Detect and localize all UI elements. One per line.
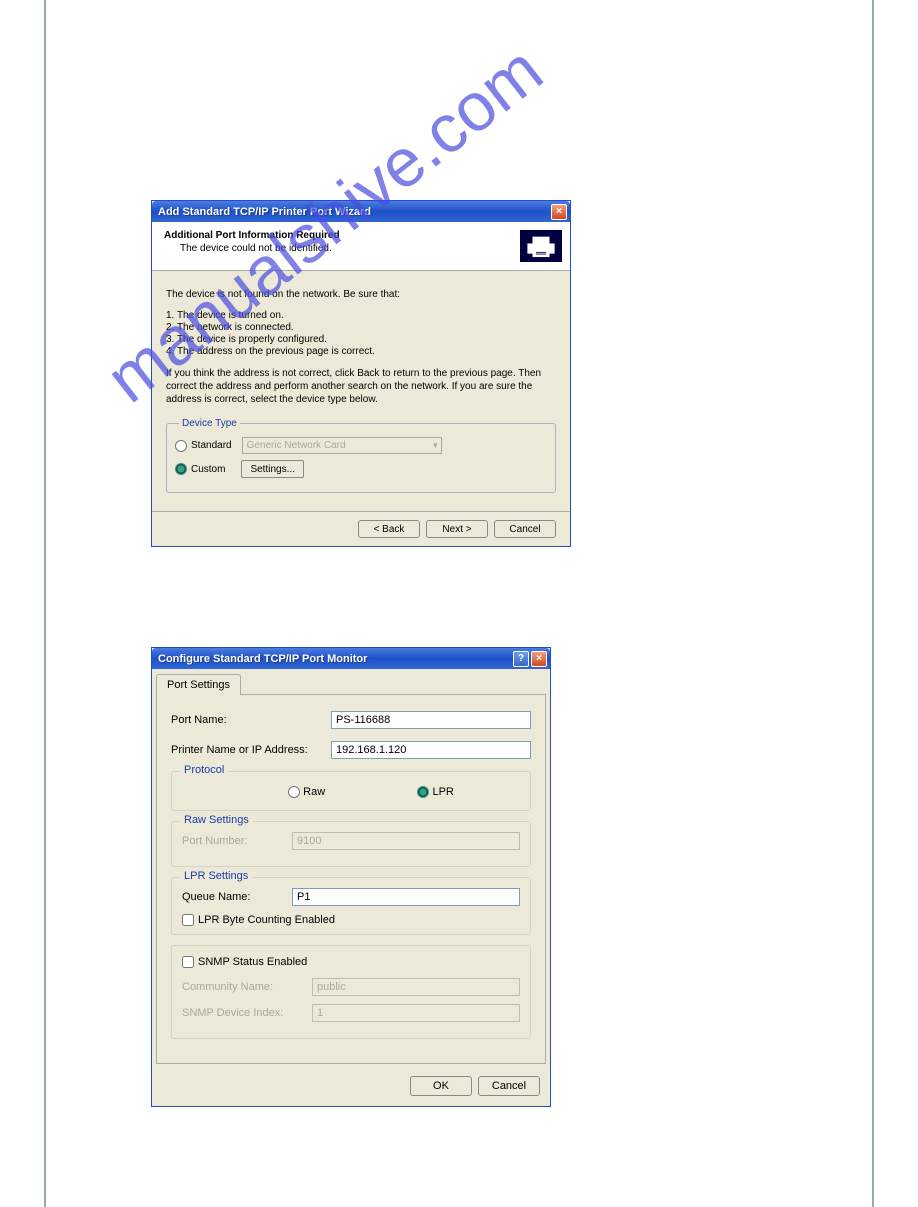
wizard-instruction: If you think the address is not correct,… [166, 367, 556, 406]
lpr-settings-legend: LPR Settings [180, 870, 252, 882]
ok-button[interactable]: OK [410, 1076, 472, 1096]
add-port-wizard-dialog: Add Standard TCP/IP Printer Port Wizard … [151, 200, 571, 547]
ip-input[interactable] [331, 741, 531, 759]
configure-title: Configure Standard TCP/IP Port Monitor [158, 653, 513, 665]
list-item: 2. The network is connected. [166, 322, 556, 333]
wizard-title: Add Standard TCP/IP Printer Port Wizard [158, 206, 551, 218]
configure-port-dialog: Configure Standard TCP/IP Port Monitor ?… [151, 647, 551, 1107]
printer-icon [520, 230, 562, 262]
list-item: 1. The device is turned on. [166, 310, 556, 321]
snmp-index-input [312, 1004, 520, 1022]
raw-radio-label: Raw [303, 786, 325, 798]
wizard-header-text: Additional Port Information Required The… [164, 230, 520, 262]
community-input [312, 978, 520, 996]
help-icon[interactable]: ? [513, 651, 529, 667]
port-number-label: Port Number: [182, 835, 292, 847]
port-name-input[interactable] [331, 711, 531, 729]
port-name-row: Port Name: [171, 711, 531, 729]
raw-settings-legend: Raw Settings [180, 814, 253, 826]
protocol-legend: Protocol [180, 764, 228, 776]
port-name-label: Port Name: [171, 714, 331, 726]
configure-titlebar: Configure Standard TCP/IP Port Monitor ?… [152, 648, 550, 669]
protocol-radios: Raw LPR [182, 782, 520, 802]
ip-label: Printer Name or IP Address: [171, 744, 331, 756]
queue-name-row: Queue Name: [182, 888, 520, 906]
configure-button-row: OK Cancel [152, 1068, 550, 1106]
wizard-checklist: 1. The device is turned on. 2. The netwo… [166, 310, 556, 357]
snmp-index-row: SNMP Device Index: [182, 1004, 520, 1022]
queue-name-input[interactable] [292, 888, 520, 906]
device-type-legend: Device Type [179, 418, 240, 429]
wizard-info-line: The device is not found on the network. … [166, 289, 556, 300]
wizard-header: Additional Port Information Required The… [152, 222, 570, 271]
list-item: 4. The address on the previous page is c… [166, 346, 556, 357]
wizard-titlebar: Add Standard TCP/IP Printer Port Wizard … [152, 201, 570, 222]
device-type-fieldset: Device Type Standard Generic Network Car… [166, 418, 556, 493]
ip-row: Printer Name or IP Address: [171, 741, 531, 759]
lpr-byte-label: LPR Byte Counting Enabled [198, 914, 335, 926]
port-number-row: Port Number: [182, 832, 520, 850]
lpr-radio-label: LPR [432, 786, 453, 798]
custom-radio[interactable] [175, 463, 187, 475]
standard-combo: Generic Network Card [242, 437, 442, 454]
wizard-button-row: < Back Next > Cancel [152, 511, 570, 546]
queue-name-label: Queue Name: [182, 891, 292, 903]
wizard-header-subtitle: The device could not be identified. [180, 243, 520, 254]
back-button[interactable]: < Back [358, 520, 420, 538]
standard-radio-row: Standard Generic Network Card [175, 437, 547, 454]
list-item: 3. The device is properly configured. [166, 334, 556, 345]
community-row: Community Name: [182, 978, 520, 996]
page-border: Add Standard TCP/IP Printer Port Wizard … [44, 0, 874, 1207]
settings-button[interactable]: Settings... [241, 460, 303, 478]
lpr-byte-row: LPR Byte Counting Enabled [182, 914, 520, 926]
protocol-fieldset: Protocol Raw LPR [171, 771, 531, 811]
tab-body: Port Name: Printer Name or IP Address: P… [156, 694, 546, 1064]
next-button[interactable]: Next > [426, 520, 488, 538]
lpr-byte-checkbox[interactable] [182, 914, 194, 926]
close-icon[interactable]: × [531, 651, 547, 667]
wizard-body: The device is not found on the network. … [152, 271, 570, 511]
standard-radio-label: Standard [191, 440, 232, 451]
close-icon[interactable]: × [551, 204, 567, 220]
tab-strip: Port Settings [152, 669, 550, 694]
raw-radio[interactable] [288, 786, 300, 798]
port-number-input [292, 832, 520, 850]
snmp-index-label: SNMP Device Index: [182, 1007, 312, 1019]
wizard-header-title: Additional Port Information Required [164, 230, 520, 241]
custom-radio-row: Custom Settings... [175, 460, 547, 478]
community-label: Community Name: [182, 981, 312, 993]
lpr-settings-fieldset: LPR Settings Queue Name: LPR Byte Counti… [171, 877, 531, 935]
lpr-radio[interactable] [417, 786, 429, 798]
standard-radio[interactable] [175, 440, 187, 452]
tab-port-settings[interactable]: Port Settings [156, 674, 241, 695]
raw-settings-fieldset: Raw Settings Port Number: [171, 821, 531, 867]
snmp-row: SNMP Status Enabled [182, 956, 520, 968]
snmp-fieldset: SNMP Status Enabled Community Name: SNMP… [171, 945, 531, 1039]
snmp-checkbox[interactable] [182, 956, 194, 968]
cancel-button[interactable]: Cancel [494, 520, 556, 538]
snmp-label: SNMP Status Enabled [198, 956, 307, 968]
custom-radio-label: Custom [191, 464, 225, 475]
cancel-button[interactable]: Cancel [478, 1076, 540, 1096]
